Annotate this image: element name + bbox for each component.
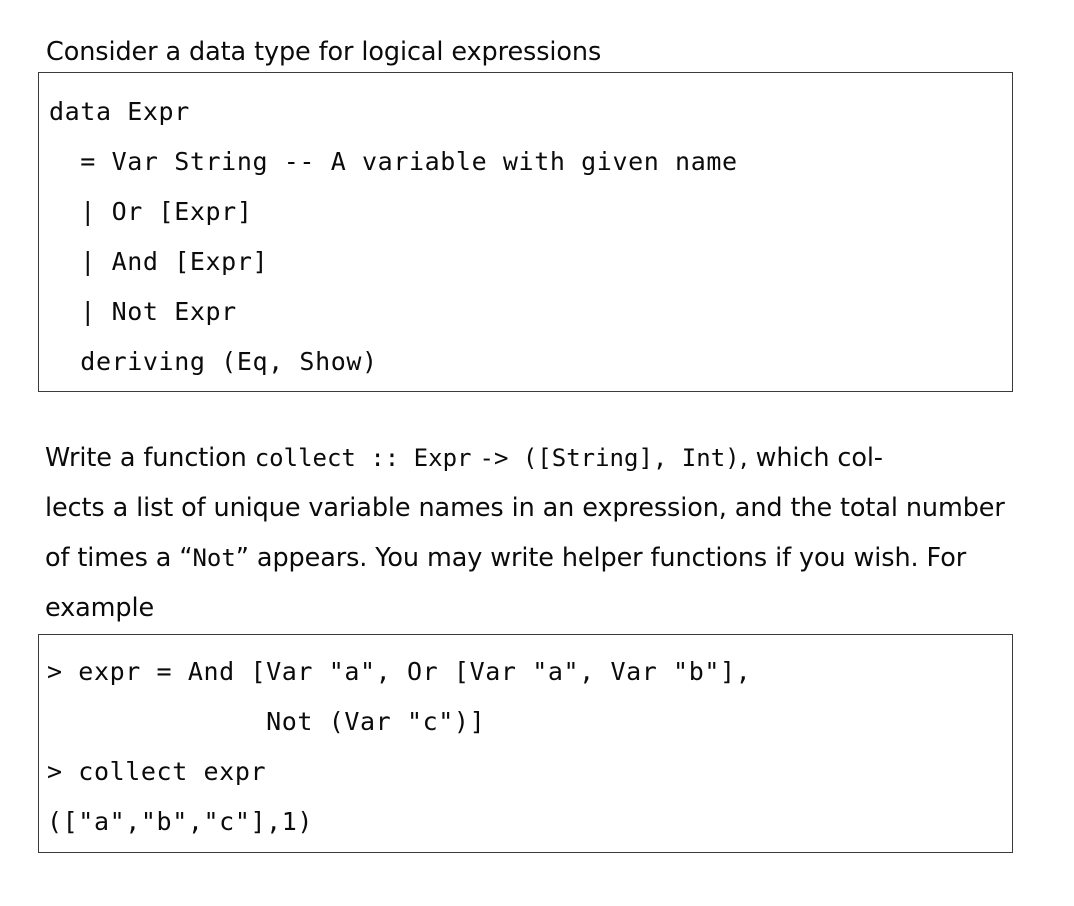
lead-paragraph: Consider a data type for logical express… <box>46 37 602 67</box>
inline-code-run: Not <box>192 544 236 572</box>
code-block-datatype-content: data Expr = Var String -- A variable wit… <box>39 73 1012 387</box>
task-paragraph-line: Write a function collect :: Expr -> ([St… <box>45 433 1007 483</box>
code-line: > collect expr <box>47 757 267 786</box>
paragraph-text-run: example <box>45 593 155 623</box>
code-line: | Or [Expr] <box>49 197 253 226</box>
paragraph-text-run <box>471 443 479 473</box>
code-block-example-content: > expr = And [Var "a", Or [Var "a", Var … <box>39 635 1012 847</box>
code-line: data Expr <box>49 97 190 126</box>
paragraph-text-run: ” appears. You may write helper function… <box>235 543 967 573</box>
code-block-datatype: data Expr = Var String -- A variable wit… <box>38 72 1013 392</box>
task-paragraph-line: lects a list of unique variable names in… <box>45 483 1007 533</box>
code-line: | And [Expr] <box>49 247 269 276</box>
inline-code-run: collect :: Expr <box>254 444 472 472</box>
code-line: Not (Var "c")] <box>47 707 486 736</box>
paragraph-text-run: lects a list of unique variable names in… <box>45 493 1005 523</box>
document-page: Consider a data type for logical express… <box>0 0 1074 906</box>
code-line: > expr = And [Var "a", Or [Var "a", Var … <box>47 657 752 686</box>
inline-code-run: -> ([String], Int) <box>479 444 740 472</box>
task-paragraph-line: of times a “Not” appears. You may write … <box>45 533 1007 583</box>
code-line: deriving (Eq, Show) <box>49 347 378 376</box>
paragraph-text-run: Write a function <box>45 443 255 473</box>
code-line: | Not Expr <box>49 297 237 326</box>
code-block-example: > expr = And [Var "a", Or [Var "a", Var … <box>38 634 1013 853</box>
task-paragraph-line: example <box>45 583 1007 633</box>
paragraph-text-run: , which col- <box>739 443 883 473</box>
code-line: = Var String -- A variable with given na… <box>49 147 738 176</box>
task-paragraph: Write a function collect :: Expr -> ([St… <box>45 433 1007 633</box>
code-line: (["a","b","c"],1) <box>47 807 314 836</box>
paragraph-text-run: of times a “ <box>45 543 193 573</box>
